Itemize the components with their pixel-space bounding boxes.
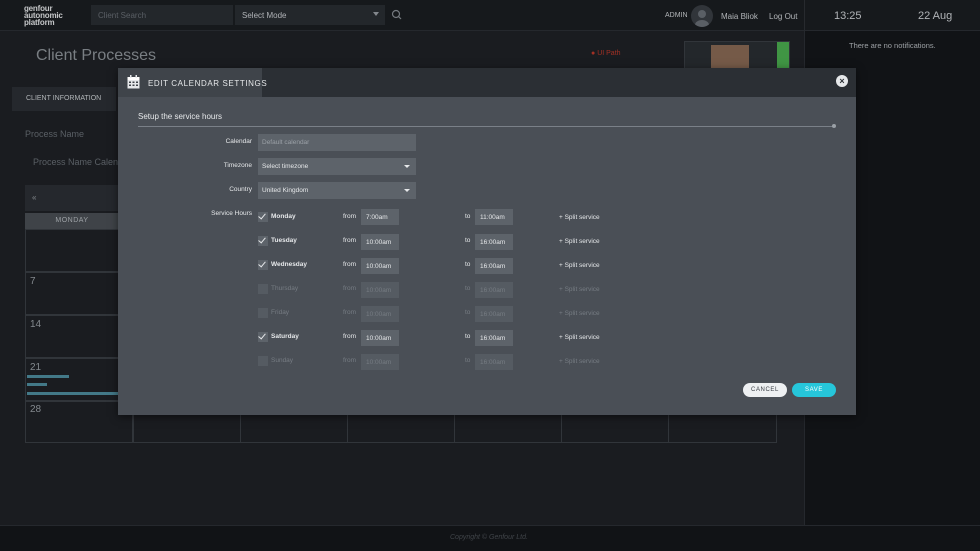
split-service-link[interactable]: + Split service: [559, 262, 600, 269]
from-time-input[interactable]: 10:00am: [361, 306, 399, 322]
to-time-input[interactable]: 16:00am: [475, 234, 513, 250]
service-day-row: Wednesday from 10:00am to 16:00am + Spli…: [0, 256, 980, 276]
divider-dot: [832, 124, 836, 128]
day-checkbox[interactable]: [258, 211, 268, 222]
day-checkbox[interactable]: [258, 331, 268, 342]
country-label: Country: [229, 186, 252, 193]
to-label: to: [465, 309, 471, 316]
from-label: from: [343, 333, 356, 340]
day-checkbox[interactable]: [258, 259, 268, 270]
day-name: Saturday: [271, 333, 299, 340]
country-select[interactable]: United Kingdom: [258, 182, 416, 199]
calendar-field[interactable]: Default calendar: [258, 134, 416, 151]
modal-title: EDIT CALENDAR SETTINGS: [148, 79, 268, 88]
close-button[interactable]: ×: [836, 75, 848, 87]
from-label: from: [343, 213, 356, 220]
service-day-row: Thursday from 10:00am to 16:00am + Split…: [0, 280, 980, 300]
service-day-row: Monday from 7:00am to 11:00am + Split se…: [0, 208, 980, 228]
timezone-label: Timezone: [223, 162, 252, 169]
timezone-select[interactable]: Select timezone: [258, 158, 416, 175]
day-name: Tuesday: [271, 237, 297, 244]
split-service-link[interactable]: + Split service: [559, 286, 600, 293]
to-label: to: [465, 237, 471, 244]
day-checkbox[interactable]: [258, 284, 268, 294]
cancel-button[interactable]: CANCEL: [743, 383, 787, 397]
to-time-input[interactable]: 11:00am: [475, 209, 513, 225]
day-checkbox[interactable]: [258, 308, 268, 318]
day-checkbox[interactable]: [258, 356, 268, 366]
chevron-down-icon: [404, 189, 410, 192]
to-label: to: [465, 261, 471, 268]
from-label: from: [343, 357, 356, 364]
split-service-link[interactable]: + Split service: [559, 358, 600, 365]
from-label: from: [343, 285, 356, 292]
close-icon: ×: [839, 76, 845, 86]
to-time-input[interactable]: 16:00am: [475, 258, 513, 274]
chevron-down-icon: [404, 165, 410, 168]
from-time-input[interactable]: 10:00am: [361, 234, 399, 250]
service-day-row: Friday from 10:00am to 16:00am + Split s…: [0, 304, 980, 324]
from-time-input[interactable]: 10:00am: [361, 354, 399, 370]
to-label: to: [465, 213, 471, 220]
from-time-input[interactable]: 10:00am: [361, 258, 399, 274]
split-service-link[interactable]: + Split service: [559, 238, 600, 245]
section-divider: [138, 126, 835, 127]
calendar-label: Calendar: [225, 138, 252, 145]
to-label: to: [465, 333, 471, 340]
from-label: from: [343, 237, 356, 244]
check-icon: [258, 211, 266, 220]
to-label: to: [465, 357, 471, 364]
day-name: Friday: [271, 309, 290, 316]
to-time-input[interactable]: 16:00am: [475, 306, 513, 322]
timezone-value: Select timezone: [262, 163, 309, 170]
from-label: from: [343, 309, 356, 316]
split-service-link[interactable]: + Split service: [559, 310, 600, 317]
from-time-input[interactable]: 10:00am: [361, 330, 399, 346]
day-checkbox[interactable]: [258, 235, 268, 246]
check-icon: [258, 331, 266, 340]
check-icon: [258, 235, 266, 244]
day-name: Wednesday: [271, 261, 308, 268]
day-name: Sunday: [271, 357, 294, 364]
to-time-input[interactable]: 16:00am: [475, 330, 513, 346]
to-time-input[interactable]: 16:00am: [475, 354, 513, 370]
day-name: Monday: [271, 213, 296, 220]
to-label: to: [465, 285, 471, 292]
split-service-link[interactable]: + Split service: [559, 334, 600, 341]
section-title: Setup the service hours: [138, 112, 223, 121]
check-icon: [258, 259, 266, 268]
service-day-row: Saturday from 10:00am to 16:00am + Split…: [0, 328, 980, 348]
from-time-input[interactable]: 10:00am: [361, 282, 399, 298]
country-value: United Kingdom: [262, 187, 309, 194]
save-button[interactable]: SAVE: [792, 383, 836, 397]
calendar-icon: [127, 75, 140, 89]
day-name: Thursday: [271, 285, 299, 292]
from-label: from: [343, 261, 356, 268]
from-time-input[interactable]: 7:00am: [361, 209, 399, 225]
service-day-row: Tuesday from 10:00am to 16:00am + Split …: [0, 232, 980, 252]
to-time-input[interactable]: 16:00am: [475, 282, 513, 298]
split-service-link[interactable]: + Split service: [559, 214, 600, 221]
service-day-row: Sunday from 10:00am to 16:00am + Split s…: [0, 352, 980, 372]
